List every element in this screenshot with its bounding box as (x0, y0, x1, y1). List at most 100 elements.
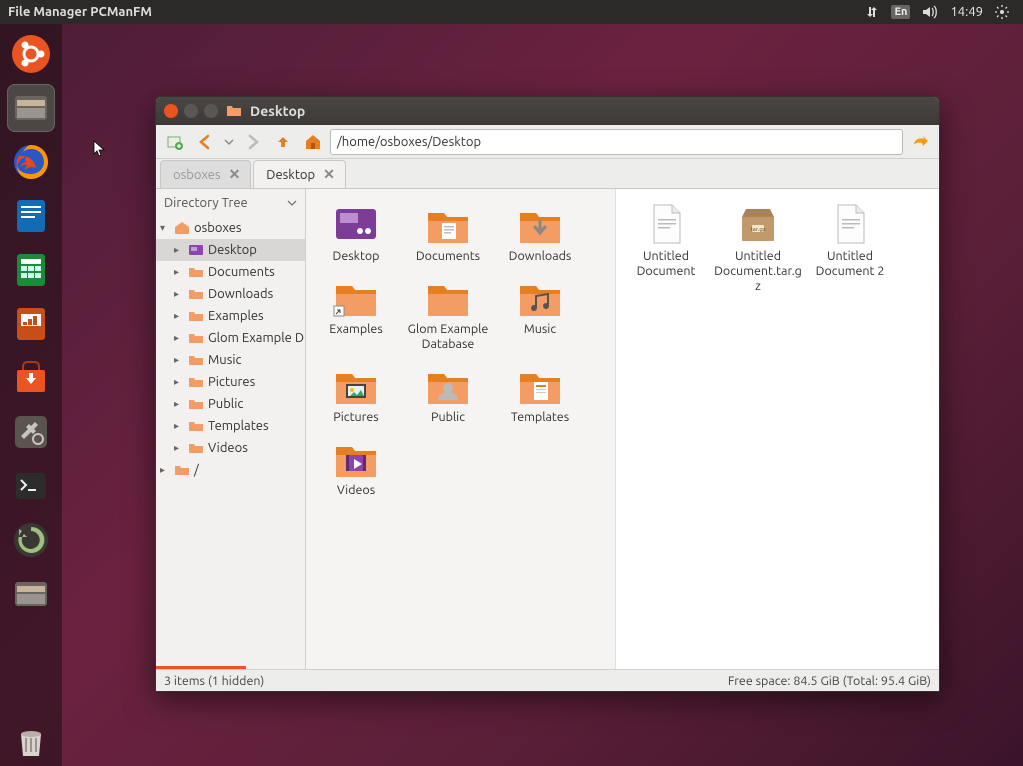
tab-close-icon[interactable]: ✕ (323, 166, 335, 183)
sidebar: Directory Tree ▾osboxes▸Desktop▸Document… (156, 189, 306, 669)
gear-icon[interactable] (995, 5, 1009, 19)
window-close-button[interactable] (164, 104, 178, 118)
launcher-firefox[interactable] (7, 138, 55, 186)
status-items: 3 items (1 hidden) (164, 674, 264, 688)
sound-icon[interactable] (922, 5, 938, 19)
tab-label: Desktop (266, 168, 315, 182)
back-button[interactable] (192, 129, 218, 155)
file-manager-window: Desktop /home/osboxes/Desktop osboxes✕De… (155, 96, 940, 692)
launcher-software[interactable] (7, 354, 55, 402)
item-videos[interactable]: Videos (310, 433, 402, 502)
sidebar-header[interactable]: Directory Tree (156, 189, 305, 217)
item-public[interactable]: Public (402, 360, 494, 429)
item-downloads[interactable]: Downloads (494, 199, 586, 268)
launcher-updater[interactable] (7, 516, 55, 564)
expand-arrow-icon[interactable]: ▸ (174, 310, 184, 322)
expand-arrow-icon[interactable]: ▸ (174, 398, 184, 410)
launcher-files2[interactable] (7, 570, 55, 618)
item-label: Untitled Document (622, 249, 710, 279)
tree-glom-example-d[interactable]: ▸Glom Example D (156, 327, 305, 349)
folder-pics-icon (332, 364, 380, 406)
expand-arrow-icon[interactable]: ▾ (160, 222, 170, 234)
launcher-calc[interactable] (7, 246, 55, 294)
tree-desktop[interactable]: ▸Desktop (156, 239, 305, 261)
address-bar[interactable]: /home/osboxes/Desktop (330, 129, 903, 155)
tree-label: Examples (208, 309, 264, 323)
expand-arrow-icon[interactable]: ▸ (174, 244, 184, 256)
folder-down-icon (516, 203, 564, 245)
up-button[interactable] (270, 129, 296, 155)
tree-label: Pictures (208, 375, 255, 389)
tree-label: Public (208, 397, 243, 411)
folder-video-icon (332, 437, 380, 479)
item-desktop[interactable]: Desktop (310, 199, 402, 268)
expand-arrow-icon[interactable]: ▸ (174, 266, 184, 278)
expand-arrow-icon[interactable]: ▸ (174, 376, 184, 388)
launcher-impress[interactable] (7, 300, 55, 348)
forward-button[interactable] (240, 129, 266, 155)
tree-public[interactable]: ▸ Public (156, 393, 305, 415)
folder-pane-right[interactable]: Untitled Documenttar.gzUntitled Document… (616, 189, 939, 669)
launcher-files[interactable] (7, 84, 55, 132)
tree--[interactable]: ▸/ (156, 459, 305, 481)
launcher-dash[interactable] (7, 30, 55, 78)
tree-label: Music (208, 353, 242, 367)
launcher-writer[interactable] (7, 192, 55, 240)
window-title: Desktop (250, 103, 305, 119)
item-examples[interactable]: Examples (310, 272, 402, 356)
tree-pictures[interactable]: ▸ Pictures (156, 371, 305, 393)
tree-templates[interactable]: ▸ Templates (156, 415, 305, 437)
item-untitled-document-tar-gz[interactable]: tar.gzUntitled Document.tar.gz (712, 199, 804, 298)
item-templates[interactable]: Templates (494, 360, 586, 429)
window-minimize-button[interactable] (184, 104, 198, 118)
status-bar: 3 items (1 hidden) Free space: 84.5 GiB … (156, 669, 939, 691)
clock[interactable]: 14:49 (950, 5, 983, 19)
folder-tmpl-icon (516, 364, 564, 406)
window-maximize-button[interactable] (204, 104, 218, 118)
launcher-trash[interactable] (7, 718, 55, 766)
item-label: Music (524, 322, 556, 337)
item-label: Desktop (333, 249, 380, 264)
address-text: /home/osboxes/Desktop (337, 135, 481, 149)
expand-arrow-icon[interactable]: ▸ (174, 442, 184, 454)
tree-osboxes[interactable]: ▾osboxes (156, 217, 305, 239)
item-documents[interactable]: Documents (402, 199, 494, 268)
item-pictures[interactable]: Pictures (310, 360, 402, 429)
expand-arrow-icon[interactable]: ▸ (174, 288, 184, 300)
launcher-terminal[interactable] (7, 462, 55, 510)
back-history-button[interactable] (222, 129, 236, 155)
expand-arrow-icon[interactable]: ▸ (174, 354, 184, 366)
folder-link-icon (332, 276, 380, 318)
tab-osboxes[interactable]: osboxes✕ (160, 160, 251, 188)
new-tab-button[interactable] (162, 129, 188, 155)
item-untitled-document[interactable]: Untitled Document (620, 199, 712, 298)
item-music[interactable]: Music (494, 272, 586, 356)
launcher-settings[interactable] (7, 408, 55, 456)
home-button[interactable] (300, 129, 326, 155)
app-title: File Manager PCManFM (8, 5, 152, 19)
folder-pane-left[interactable]: Desktop Documents Downloads ExamplesGlom Ex… (306, 189, 616, 669)
item-label: Glom Example Database (404, 322, 492, 352)
tab-close-icon[interactable]: ✕ (229, 166, 241, 183)
keyboard-indicator[interactable]: En (891, 5, 910, 19)
titlebar[interactable]: Desktop (156, 97, 939, 125)
tree-examples[interactable]: ▸ Examples (156, 305, 305, 327)
tree-documents[interactable]: ▸Documents (156, 261, 305, 283)
tab-desktop[interactable]: Desktop ✕ (253, 160, 346, 188)
expand-arrow-icon[interactable]: ▸ (174, 332, 184, 344)
network-icon[interactable] (865, 5, 879, 19)
text-icon (642, 203, 690, 245)
tree-music[interactable]: ▸ Music (156, 349, 305, 371)
expand-arrow-icon[interactable]: ▸ (160, 464, 170, 476)
item-glom-example-database[interactable]: Glom Example Database (402, 272, 494, 356)
folder-icon (424, 276, 472, 318)
go-button[interactable] (907, 129, 933, 155)
text-icon (826, 203, 874, 245)
tree-downloads[interactable]: ▸Downloads (156, 283, 305, 305)
tree-label: Templates (208, 419, 269, 433)
tree-videos[interactable]: ▸Videos (156, 437, 305, 459)
item-label: Public (431, 410, 465, 425)
item-label: Downloads (509, 249, 572, 264)
expand-arrow-icon[interactable]: ▸ (174, 420, 184, 432)
item-untitled-document-2[interactable]: Untitled Document 2 (804, 199, 896, 298)
